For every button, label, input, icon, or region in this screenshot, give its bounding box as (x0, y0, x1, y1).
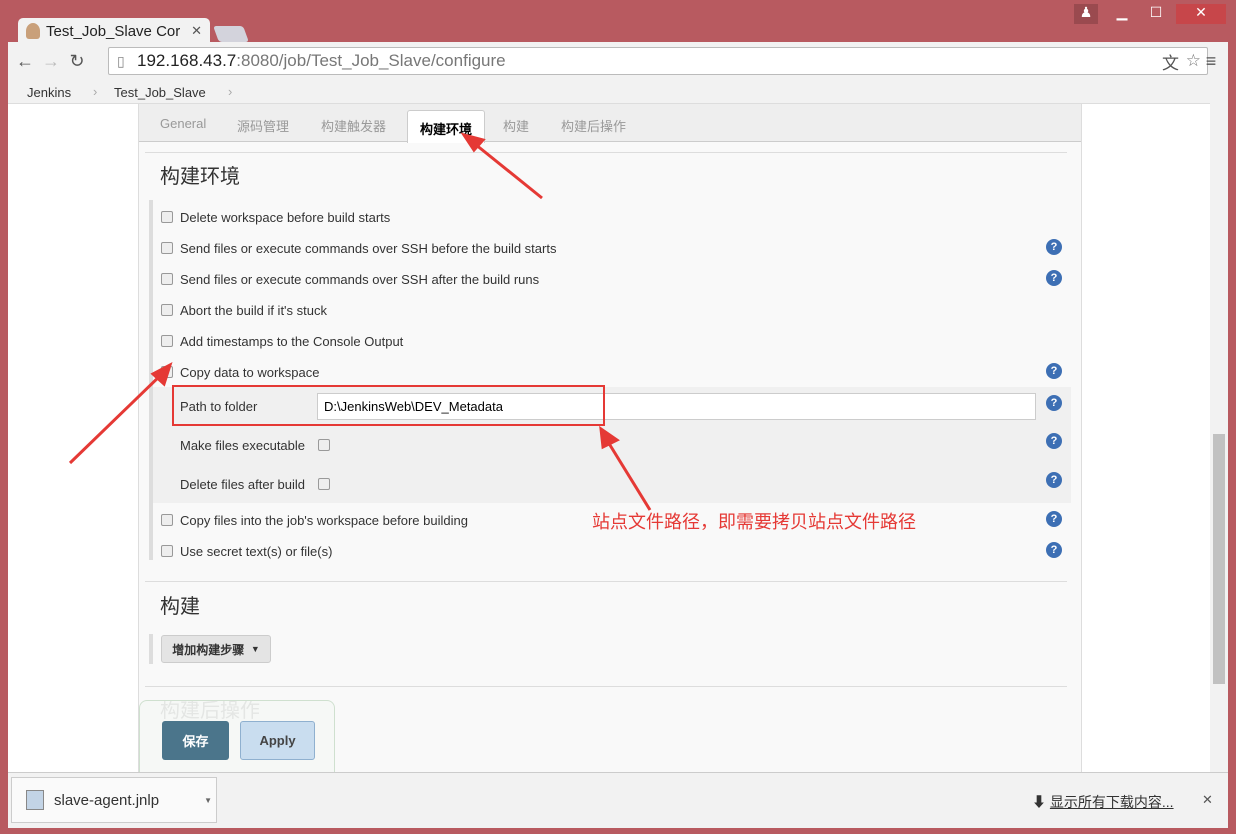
download-icon: ⬇ (1032, 794, 1050, 810)
arrow-to-path (603, 436, 652, 511)
close-download-bar-icon[interactable]: ✕ (1202, 792, 1213, 808)
link-label: 显示所有下载内容... (1049, 794, 1174, 810)
caret-down-icon[interactable]: ▼ (204, 796, 212, 805)
download-item[interactable]: slave-agent.jnlp ▼ (11, 777, 217, 823)
download-filename: slave-agent.jnlp (54, 791, 160, 809)
arrow-to-tab (469, 138, 543, 200)
show-all-downloads-link[interactable]: ⬇ 显示所有下载内容... (1032, 792, 1174, 812)
java-file-icon (26, 790, 44, 810)
arrow-to-checkbox (68, 369, 167, 465)
annotation-arrows (68, 132, 652, 511)
download-bar: slave-agent.jnlp ▼ ⬇ 显示所有下载内容... ✕ (8, 772, 1228, 828)
arrow-head (599, 425, 620, 450)
